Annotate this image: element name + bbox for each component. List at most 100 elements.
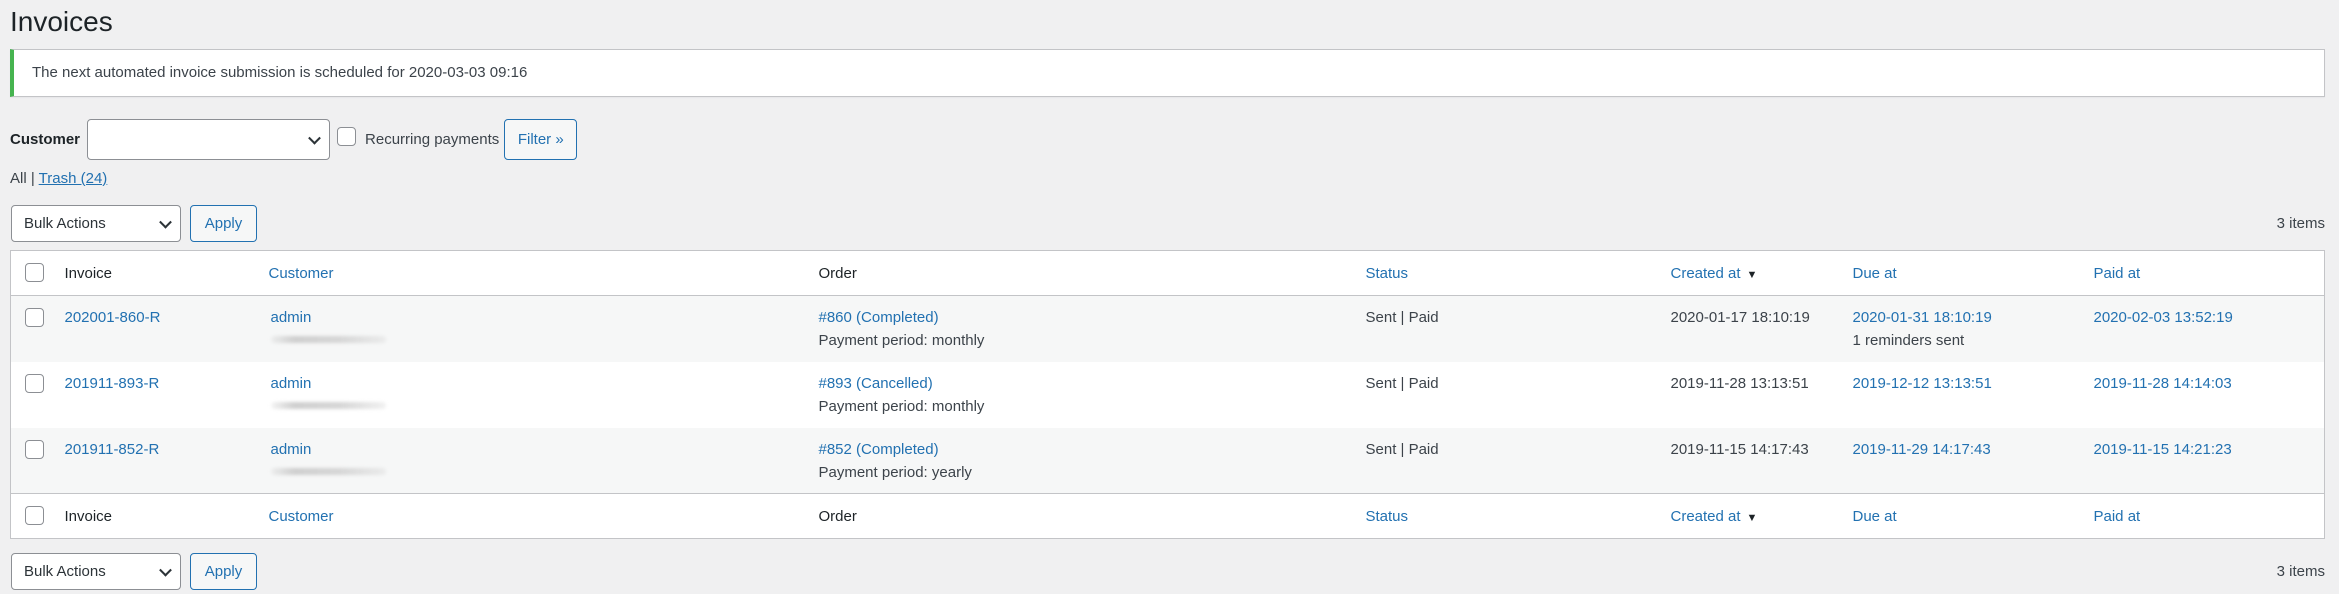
column-created-at-label: Created at — [1670, 264, 1741, 282]
redacted-customer-email — [270, 401, 386, 409]
payment-period: Payment period: yearly — [818, 463, 972, 481]
select-all-checkbox-footer[interactable] — [25, 506, 44, 525]
invoices-table: Invoice Customer Order Status Created at… — [10, 250, 2325, 539]
customer-cell: admin — [259, 362, 809, 428]
row-select-cell — [11, 428, 55, 494]
status-cell: Sent | Paid — [1365, 309, 1439, 326]
view-trash-link[interactable]: Trash (24) — [39, 170, 108, 187]
view-all[interactable]: All — [10, 170, 27, 187]
chevron-down-icon — [159, 563, 172, 577]
column-paid-at-footer[interactable]: Paid at — [2084, 494, 2325, 539]
table-row: 201911-893-R admin #893 (Cancelled) Payme… — [11, 362, 2325, 428]
paid-at-cell: 2020-02-03 13:52:19 — [2084, 296, 2325, 362]
select-all-cell-footer — [11, 494, 55, 539]
customer-filter-label: Customer — [10, 131, 81, 148]
due-at-link[interactable]: 2020-01-31 18:10:19 — [1853, 309, 1992, 326]
due-at-link[interactable]: 2019-12-12 13:13:51 — [1853, 375, 1992, 392]
recurring-payments-label[interactable]: Recurring payments — [365, 131, 499, 148]
paid-at-link[interactable]: 2020-02-03 13:52:19 — [2094, 309, 2233, 326]
items-count-top: 3 items — [2276, 215, 2325, 232]
customer-link[interactable]: admin — [271, 375, 312, 392]
order-link[interactable]: #852 (Completed) — [819, 441, 939, 458]
recurring-payments-checkbox[interactable] — [337, 127, 357, 146]
order-link[interactable]: #860 (Completed) — [819, 309, 939, 326]
redacted-customer-email — [270, 336, 386, 343]
row-select-cell — [11, 362, 55, 428]
chevron-down-icon — [159, 215, 172, 229]
paid-at-cell: 2019-11-28 14:14:03 — [2084, 362, 2325, 428]
order-cell: #860 (Completed) Payment period: monthly — [809, 296, 1356, 362]
column-status-footer[interactable]: Status — [1356, 494, 1661, 539]
apply-button-bottom[interactable]: Apply — [190, 553, 257, 590]
created-at-cell: 2019-11-15 14:17:43 — [1670, 440, 1809, 458]
customer-link[interactable]: admin — [271, 441, 312, 458]
created-at-cell: 2020-01-17 18:10:19 — [1670, 309, 1810, 326]
paid-at-cell: 2019-11-15 14:21:23 — [2084, 428, 2325, 494]
status-cell: Sent | Paid — [1365, 374, 1439, 392]
invoice-link[interactable]: 201911-852-R — [65, 441, 160, 458]
notice-text: The next automated invoice submission is… — [32, 64, 528, 81]
column-invoice: Invoice — [64, 264, 113, 282]
paid-at-link[interactable]: 2019-11-28 14:14:03 — [2094, 375, 2232, 392]
view-links: All | Trash (24) — [10, 170, 107, 187]
column-status[interactable]: Status — [1356, 251, 1661, 296]
payment-period: Payment period: monthly — [818, 332, 985, 349]
order-cell: #852 (Completed) Payment period: yearly — [809, 428, 1356, 494]
column-due-at-footer[interactable]: Due at — [1843, 494, 2084, 539]
customer-cell: admin — [259, 296, 809, 362]
column-customer-footer[interactable]: Customer — [259, 494, 809, 539]
invoice-cell: 201911-852-R — [55, 428, 259, 494]
sort-desc-icon: ▼ — [1746, 268, 1758, 281]
status-cell: Sent | Paid — [1365, 440, 1439, 458]
column-customer[interactable]: Customer — [259, 251, 809, 296]
reminders-note: 1 reminders sent — [1852, 332, 1965, 349]
bulk-actions-label: Bulk Actions — [24, 563, 106, 580]
table-header-row: Invoice Customer Order Status Created at… — [10, 251, 2325, 296]
column-paid-at[interactable]: Paid at — [2084, 251, 2325, 296]
table-row: 201911-852-R admin #852 (Completed) Payme… — [10, 427, 2325, 494]
column-due-at[interactable]: Due at — [1843, 251, 2084, 296]
view-separator: | — [30, 170, 35, 187]
invoice-cell: 202001-860-R — [55, 296, 259, 362]
page-title: Invoices — [10, 6, 113, 37]
apply-button-top[interactable]: Apply — [190, 205, 257, 242]
order-cell: #893 (Cancelled) Payment period: monthly — [809, 362, 1356, 428]
select-all-checkbox[interactable] — [25, 263, 44, 282]
customer-cell: admin — [259, 428, 809, 494]
invoice-link[interactable]: 202001-860-R — [65, 309, 161, 326]
chevron-down-icon — [308, 131, 321, 145]
redacted-customer-email — [270, 467, 386, 475]
payment-period: Payment period: monthly — [818, 397, 985, 415]
filter-button[interactable]: Filter » — [504, 119, 578, 160]
row-checkbox[interactable] — [25, 373, 44, 393]
column-created-at-footer[interactable]: Created at ▼ — [1661, 494, 1843, 539]
column-order-footer: Order — [818, 507, 857, 525]
filter-bar: Customer Recurring payments Filter » — [10, 119, 578, 160]
column-order: Order — [818, 264, 857, 282]
items-count-bottom: 3 items — [2276, 563, 2325, 580]
bulk-actions-select-top[interactable]: Bulk Actions — [11, 205, 181, 242]
tablenav-top: Bulk Actions Apply 3 items — [11, 205, 2325, 242]
row-checkbox[interactable] — [25, 308, 44, 327]
bulk-actions-select-bottom[interactable]: Bulk Actions — [11, 553, 181, 590]
column-invoice-footer: Invoice — [64, 507, 113, 525]
due-at-cell: 2019-12-12 13:13:51 — [1843, 362, 2084, 428]
sort-desc-icon: ▼ — [1746, 511, 1758, 524]
due-at-link[interactable]: 2019-11-29 14:17:43 — [1853, 441, 1991, 458]
paid-at-link[interactable]: 2019-11-15 14:21:23 — [2094, 441, 2232, 458]
bulk-actions-label: Bulk Actions — [24, 215, 106, 232]
invoice-link[interactable]: 201911-893-R — [65, 375, 160, 392]
due-at-cell: 2020-01-31 18:10:19 1 reminders sent — [1843, 296, 2084, 362]
due-at-cell: 2019-11-29 14:17:43 — [1843, 428, 2084, 494]
select-all-cell — [11, 251, 55, 296]
customer-select[interactable] — [87, 119, 331, 160]
row-checkbox[interactable] — [25, 439, 44, 459]
row-select-cell — [11, 296, 55, 362]
column-created-at-label: Created at — [1670, 507, 1741, 525]
customer-link[interactable]: admin — [271, 309, 312, 326]
invoice-cell: 201911-893-R — [55, 362, 259, 428]
scheduled-submission-notice: The next automated invoice submission is… — [10, 49, 2325, 97]
tablenav-bottom: Bulk Actions Apply 3 items — [11, 553, 2325, 590]
order-link[interactable]: #893 (Cancelled) — [819, 375, 933, 392]
column-created-at[interactable]: Created at ▼ — [1661, 251, 1843, 296]
